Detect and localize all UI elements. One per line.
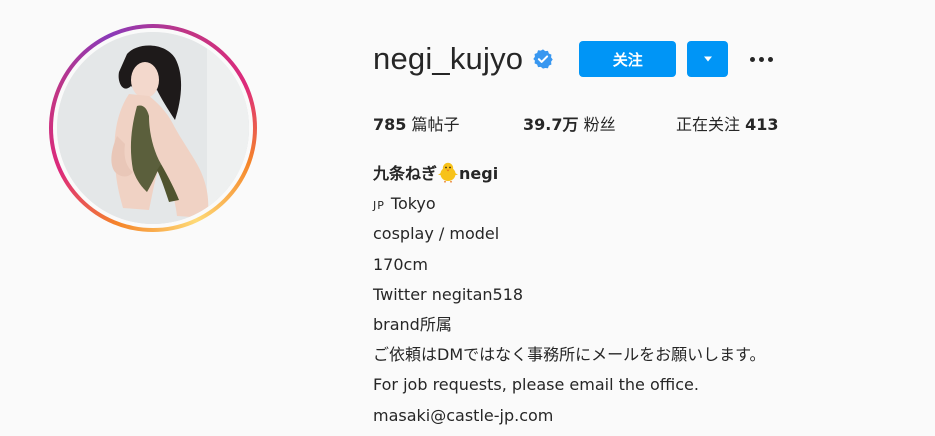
- full-name-prefix: 九条ねぎ: [373, 164, 438, 183]
- avatar-photo: [57, 32, 249, 224]
- chick-emoji-icon: [437, 161, 459, 183]
- posts-label: 篇帖子: [411, 115, 460, 134]
- bio-line: Twitter negitan518: [373, 284, 524, 304]
- followers-count: 39.7万: [523, 115, 579, 134]
- bio-line: cosplay / model: [373, 224, 500, 244]
- following-count: 413: [745, 115, 779, 134]
- following-label: 正在关注: [676, 115, 741, 134]
- following-stat[interactable]: 正在关注 413: [676, 111, 779, 135]
- profile-bio: 九条ねぎ negi JP Tokyo cosplay / model 170cm …: [373, 159, 766, 431]
- followers-label: 粉丝: [583, 115, 616, 134]
- verified-badge-icon: [532, 48, 554, 70]
- bio-location: JP Tokyo: [373, 189, 766, 219]
- location-text: Tokyo: [390, 194, 436, 214]
- posts-stat: 785 篇帖子: [373, 111, 460, 135]
- bio-email[interactable]: masaki@castle-jp.com: [373, 401, 766, 431]
- chevron-down-icon: [703, 56, 712, 62]
- profile-username: negi_kujyo: [373, 41, 524, 76]
- followers-stat[interactable]: 39.7万 粉丝: [523, 111, 616, 135]
- full-name-suffix: negi: [459, 164, 499, 183]
- profile-header: negi_kujyo 关注: [373, 38, 776, 80]
- bio-line: ご依頼はDMではなく事務所にメールをお願いします。: [373, 345, 766, 365]
- suggested-dropdown-button[interactable]: [687, 41, 729, 77]
- follow-button[interactable]: 关注: [579, 41, 677, 77]
- profile-avatar[interactable]: [57, 32, 249, 224]
- bio-line: For job requests, please email the offic…: [373, 375, 699, 395]
- bio-line: brand所属: [373, 314, 452, 334]
- more-options-icon[interactable]: [746, 41, 776, 77]
- profile-full-name: 九条ねぎ negi: [373, 159, 766, 189]
- jp-flag-icon: JP: [373, 199, 385, 213]
- profile-avatar-ring[interactable]: [49, 24, 257, 232]
- bio-line: 170cm: [373, 254, 428, 274]
- posts-count: 785: [373, 115, 407, 134]
